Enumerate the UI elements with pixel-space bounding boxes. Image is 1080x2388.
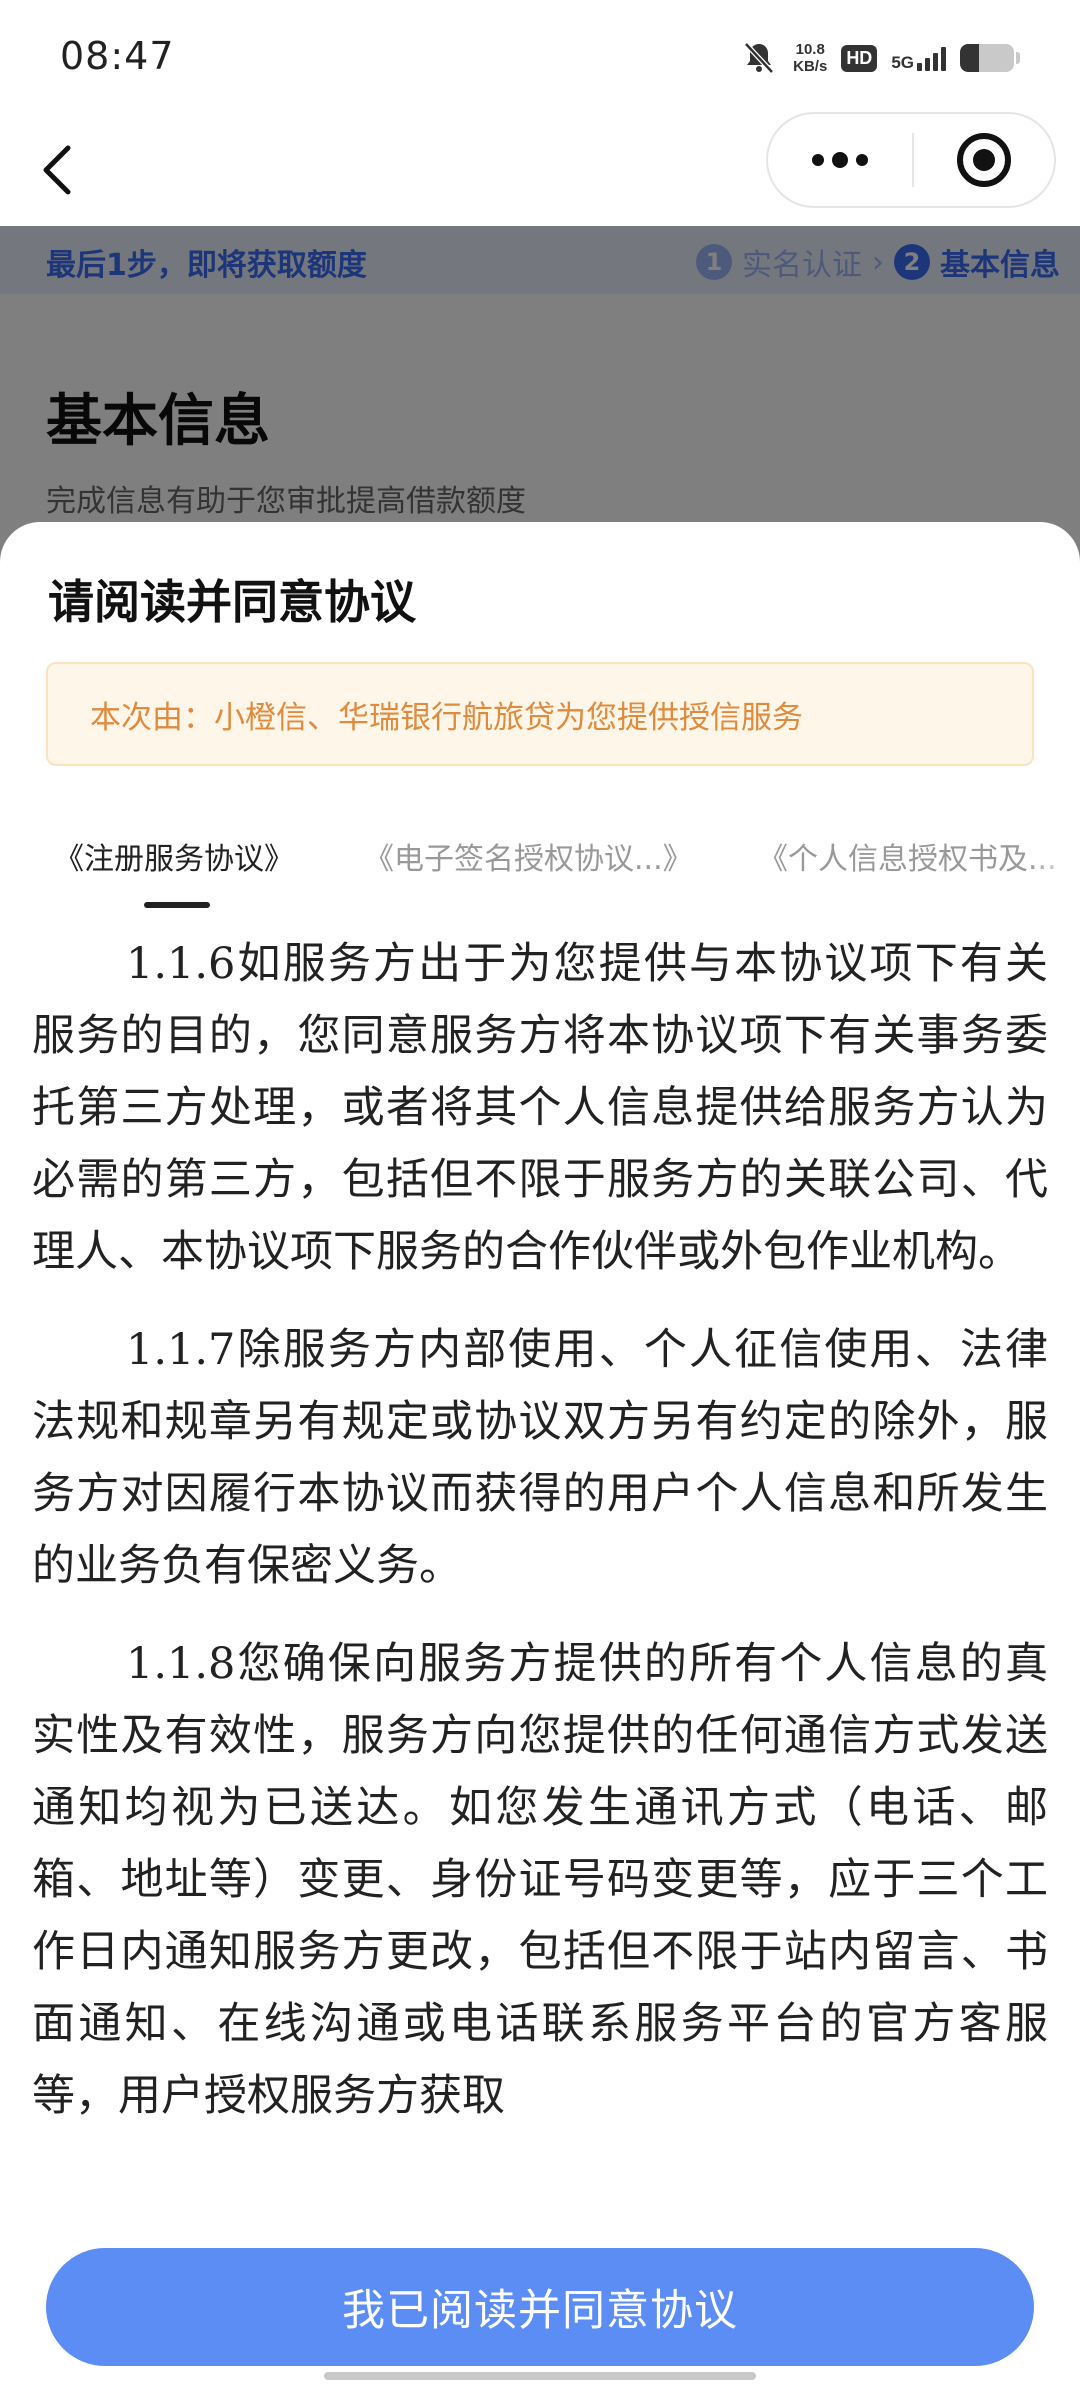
agreement-paragraph: 1.1.6如服务方出于为您提供与本协议项下有关服务的目的，您同意服务方将本协议项… (32, 939, 1048, 1277)
agree-button-label: 我已阅读并同意协议 (342, 2286, 738, 2336)
agreement-paragraph: 1.1.7除服务方内部使用、个人征信使用、法律法规和规章另有规定或协议双方另有约… (32, 1325, 1048, 1591)
tabs-fade (1030, 816, 1080, 896)
agreement-content[interactable]: 1.1.6如服务方出于为您提供与本协议项下有关服务的目的，您同意服务方将本协议项… (32, 928, 1048, 2228)
provider-notice: 本次由：小橙信、华瑞银行航旅贷为您提供授信服务 (46, 662, 1034, 766)
agree-button[interactable]: 我已阅读并同意协议 (46, 2248, 1034, 2366)
battery-icon (960, 44, 1014, 72)
net-speed-value: 10.8 (795, 41, 825, 58)
status-bar: 08:47 10.8 KB/s HD 5G (0, 0, 1080, 116)
tab-personal-info-authorization[interactable]: 《个人信息授权书及... (758, 834, 1057, 878)
network-type: 5G (891, 53, 914, 72)
more-dots-icon (812, 152, 868, 168)
target-icon (957, 133, 1011, 187)
provider-notice-text: 本次由：小橙信、华瑞银行航旅贷为您提供授信服务 (90, 699, 803, 736)
tab-register-service-agreement[interactable]: 《注册服务协议》 (54, 834, 294, 878)
home-indicator (324, 2372, 756, 2380)
status-icons: 10.8 KB/s HD 5G (739, 36, 1020, 80)
battery-level (960, 44, 979, 72)
chevron-left-icon (43, 145, 71, 195)
battery-tip (1016, 52, 1020, 64)
agreement-paragraph: 1.1.8您确保向服务方提供的所有个人信息的真实性及有效性，服务方向您提供的任何… (32, 1639, 1048, 2121)
tab-e-signature-agreement[interactable]: 《电子签名授权协议...》 (364, 834, 693, 878)
signal-bars-icon (917, 45, 946, 71)
more-button[interactable] (768, 114, 912, 206)
status-time: 08:47 (60, 34, 175, 78)
net-speed-unit: KB/s (793, 58, 828, 75)
mini-program-capsule (766, 112, 1056, 208)
agreement-sheet: 请阅读并同意协议 本次由：小橙信、华瑞银行航旅贷为您提供授信服务 《注册服务协议… (0, 522, 1080, 2388)
net-speed: 10.8 KB/s (793, 41, 827, 75)
close-mini-program-button[interactable] (914, 114, 1054, 206)
active-tab-indicator (144, 902, 210, 908)
mute-bell-icon (744, 42, 774, 74)
agreement-tabs: 《注册服务协议》 《电子签名授权协议...》 《个人信息授权书及... (0, 806, 1080, 908)
signal-indicator: 5G (891, 45, 946, 71)
hd-badge: HD (841, 44, 878, 72)
sheet-title: 请阅读并同意协议 (48, 575, 416, 629)
back-button[interactable] (28, 130, 88, 210)
